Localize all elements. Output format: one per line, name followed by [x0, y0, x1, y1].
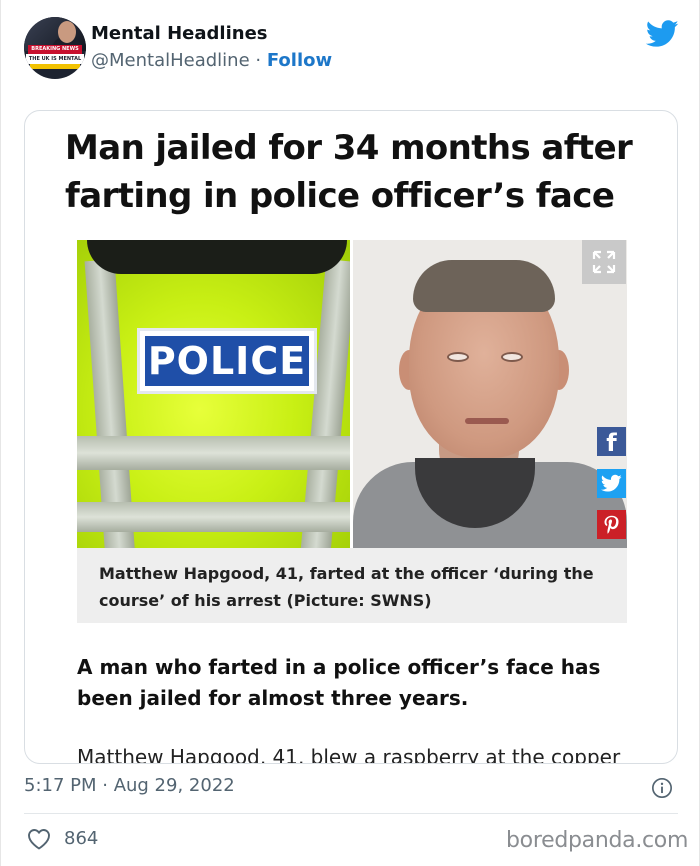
tweet: BREAKING NEWS THE UK IS MENTAL Mental He… [0, 0, 700, 866]
info-icon[interactable] [651, 777, 673, 799]
police-badge-text: POLICE [145, 336, 309, 386]
police-badge: POLICE [137, 328, 317, 394]
source-watermark: boredpanda.com [506, 828, 689, 853]
follow-button[interactable]: Follow [267, 50, 332, 71]
author-handle[interactable]: @MentalHeadline [91, 50, 250, 71]
article-body-cutoff: Matthew Hapgood, 41, blew a raspberry at… [77, 745, 621, 764]
avatar[interactable]: BREAKING NEWS THE UK IS MENTAL [24, 17, 86, 79]
pinterest-icon[interactable] [597, 510, 626, 539]
facebook-icon[interactable]: f [597, 427, 626, 457]
reflective-stripe [77, 436, 350, 470]
author-handle-row: @MentalHeadline · Follow [91, 50, 332, 71]
avatar-headline: THE UK IS MENTAL [26, 54, 84, 64]
article-lead: A man who farted in a police officer’s f… [77, 655, 601, 710]
author-name[interactable]: Mental Headlines [91, 23, 268, 44]
mugshot-image [353, 240, 627, 548]
police-jacket-image: POLICE [77, 240, 350, 548]
jacket-collar [87, 240, 347, 274]
reflective-stripe [77, 502, 350, 532]
mugshot-eye [447, 352, 469, 362]
heart-icon[interactable] [27, 828, 51, 850]
expand-icon[interactable] [582, 240, 626, 284]
mugshot-mouth [465, 418, 509, 424]
handle-separator: · [255, 50, 262, 71]
avatar-banner: BREAKING NEWS [28, 45, 82, 54]
footer-divider [24, 813, 678, 814]
article-photo: POLICE [77, 240, 627, 548]
embedded-image[interactable]: Man jailed for 34 months after farting i… [24, 110, 678, 764]
article-headline: Man jailed for 34 months after farting i… [65, 128, 633, 216]
tweet-timestamp[interactable]: 5:17 PM · Aug 29, 2022 [24, 775, 235, 796]
mugshot-eye [501, 352, 523, 362]
mugshot-hair [413, 260, 555, 312]
photo-caption: Matthew Hapgood, 41, farted at the offic… [77, 548, 627, 623]
avatar-ticker [30, 64, 80, 69]
like-count: 864 [64, 828, 99, 849]
avatar-face [58, 21, 76, 43]
twitter-bird-icon[interactable] [646, 20, 679, 48]
twitter-icon[interactable] [597, 469, 626, 498]
